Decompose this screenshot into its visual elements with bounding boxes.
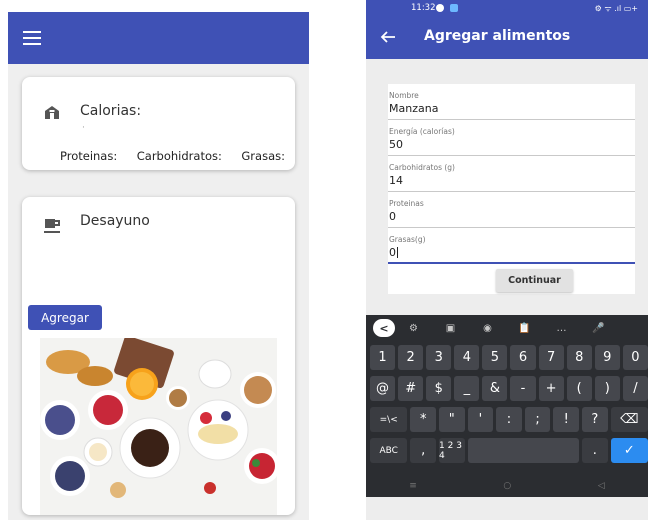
keyboard-translate-icon[interactable]: ▣ [432, 323, 469, 334]
key-8[interactable]: 8 [566, 345, 592, 370]
add-food-button[interactable]: Agregar [28, 305, 102, 330]
protein-label: Proteinas [389, 199, 424, 208]
calories-value: · [82, 123, 85, 133]
name-label: Nombre [389, 91, 419, 100]
key-close-paren[interactable]: ) [594, 376, 620, 401]
key-open-paren[interactable]: ( [566, 376, 592, 401]
key-space[interactable] [467, 438, 579, 463]
keyboard-settings-icon[interactable]: ⚙ [395, 323, 432, 334]
energy-field[interactable]: Energía (calorías) 50 [388, 120, 635, 156]
key-minus[interactable]: - [510, 376, 536, 401]
calories-card: Calorias: · Proteinas: Carbohidratos: Gr… [22, 77, 295, 170]
key-ampersand[interactable]: & [482, 376, 508, 401]
keyboard-theme-icon[interactable]: ◉ [469, 323, 506, 334]
screenshot-root: Calorias: · Proteinas: Carbohidratos: Gr… [0, 0, 648, 520]
key-7[interactable]: 7 [538, 345, 564, 370]
key-colon[interactable]: : [496, 407, 522, 432]
energy-value: 50 [389, 138, 403, 151]
key-exclamation[interactable]: ! [553, 407, 579, 432]
keyboard-row-symbols: @ # $ _ & - + ( ) / [366, 376, 648, 403]
key-period[interactable]: . [581, 438, 608, 463]
carbs-value: 14 [389, 174, 403, 187]
backspace-icon[interactable]: ⌫ [610, 407, 648, 432]
fat-field[interactable]: Grasas(g) 0 [388, 228, 635, 264]
key-3[interactable]: 3 [426, 345, 452, 370]
arrow-left-icon[interactable] [380, 29, 396, 45]
add-food-screen: 11:32 ⚙ ᯤ .ıl ▭+ Agregar alimentos Nombr… [366, 0, 648, 520]
keyboard-toolbar: < ⚙ ▣ ◉ 📋 … 🎤 [366, 315, 648, 341]
key-6[interactable]: 6 [510, 345, 536, 370]
food-form: Nombre Manzana Energía (calorías) 50 Car… [388, 84, 635, 294]
back-button-icon[interactable]: ◁ [598, 481, 605, 491]
breakfast-card: Desayuno Agregar [22, 197, 295, 515]
keyboard-collapse-icon[interactable]: < [373, 319, 395, 337]
continue-button[interactable]: Continuar [496, 269, 573, 292]
key-semicolon[interactable]: ; [524, 407, 551, 432]
home-button-icon[interactable]: ○ [503, 481, 511, 491]
energy-label: Energía (calorías) [389, 127, 455, 136]
status-indicators: ⚙ ᯤ .ıl ▭+ [594, 4, 638, 13]
keyboard-row-bottom: ABC , 1 2 3 4 . ✓ [366, 438, 648, 465]
key-2[interactable]: 2 [398, 345, 424, 370]
key-comma[interactable]: , [410, 438, 437, 463]
calories-label: Calorias: [80, 103, 142, 119]
key-asterisk[interactable]: * [410, 407, 436, 432]
key-question[interactable]: ? [581, 407, 608, 432]
on-screen-keyboard: < ⚙ ▣ ◉ 📋 … 🎤 1 2 3 4 5 6 7 8 9 0 @ # $ … [366, 315, 648, 497]
status-time: 11:32 [411, 3, 436, 13]
carbs-field[interactable]: Carbohidratos (g) 14 [388, 156, 635, 192]
home-screen: Calorias: · Proteinas: Carbohidratos: Gr… [8, 12, 309, 520]
notification-icon [436, 4, 444, 12]
keyboard-clipboard-icon[interactable]: 📋 [506, 323, 543, 334]
home-app-bar [8, 12, 309, 64]
carbs-label: Carbohidratos: [136, 149, 222, 163]
breakfast-title: Desayuno [80, 213, 150, 229]
key-abc[interactable]: ABC [370, 438, 408, 463]
protein-field[interactable]: Proteinas 0 [388, 192, 635, 228]
key-underscore[interactable]: _ [454, 376, 480, 401]
protein-label: Proteinas: [60, 149, 118, 163]
checkmark-icon[interactable]: ✓ [610, 438, 648, 463]
name-value: Manzana [389, 102, 439, 115]
home-icon [45, 106, 59, 119]
key-9[interactable]: 9 [594, 345, 620, 370]
coffee-cup-icon [44, 219, 60, 233]
key-at[interactable]: @ [370, 376, 396, 401]
key-plus[interactable]: + [538, 376, 564, 401]
fat-value-wrap: 0 [389, 246, 398, 259]
key-more-symbols[interactable]: =\< [370, 407, 408, 432]
keyboard-row-punct: =\< * " ' : ; ! ? ⌫ [366, 407, 648, 434]
protein-value: 0 [389, 210, 396, 223]
keyboard-row-numbers: 1 2 3 4 5 6 7 8 9 0 [366, 345, 648, 372]
key-hash[interactable]: # [398, 376, 424, 401]
key-1[interactable]: 1 [370, 345, 396, 370]
keyboard-mic-off-icon[interactable]: 🎤 [580, 323, 617, 334]
key-single-quote[interactable]: ' [467, 407, 494, 432]
system-nav-bar: ≡ ○ ◁ [366, 475, 648, 497]
key-double-quote[interactable]: " [439, 407, 465, 432]
fat-value: 0 [389, 246, 396, 259]
key-0[interactable]: 0 [622, 345, 648, 370]
status-bar: 11:32 ⚙ ᯤ .ıl ▭+ [366, 0, 648, 16]
recent-apps-icon[interactable]: ≡ [409, 481, 417, 491]
carbs-label: Carbohidratos (g) [389, 163, 455, 172]
breakfast-photo [40, 338, 277, 515]
macros-row: Proteinas: Carbohidratos: Grasas: [60, 149, 285, 163]
hamburger-menu-icon[interactable] [23, 31, 41, 45]
name-field[interactable]: Nombre Manzana [388, 84, 635, 120]
fat-label: Grasas: [241, 149, 285, 163]
app-notification-icon [450, 4, 458, 12]
key-dollar[interactable]: $ [426, 376, 452, 401]
key-4[interactable]: 4 [454, 345, 480, 370]
keyboard-more-icon[interactable]: … [543, 323, 580, 334]
page-title: Agregar alimentos [424, 28, 571, 44]
text-caret [397, 247, 398, 258]
fat-label: Grasas(g) [389, 235, 426, 244]
add-food-app-bar: Agregar alimentos [366, 16, 648, 59]
key-numpad[interactable]: 1 2 3 4 [439, 438, 465, 463]
key-slash[interactable]: / [622, 376, 648, 401]
key-5[interactable]: 5 [482, 345, 508, 370]
